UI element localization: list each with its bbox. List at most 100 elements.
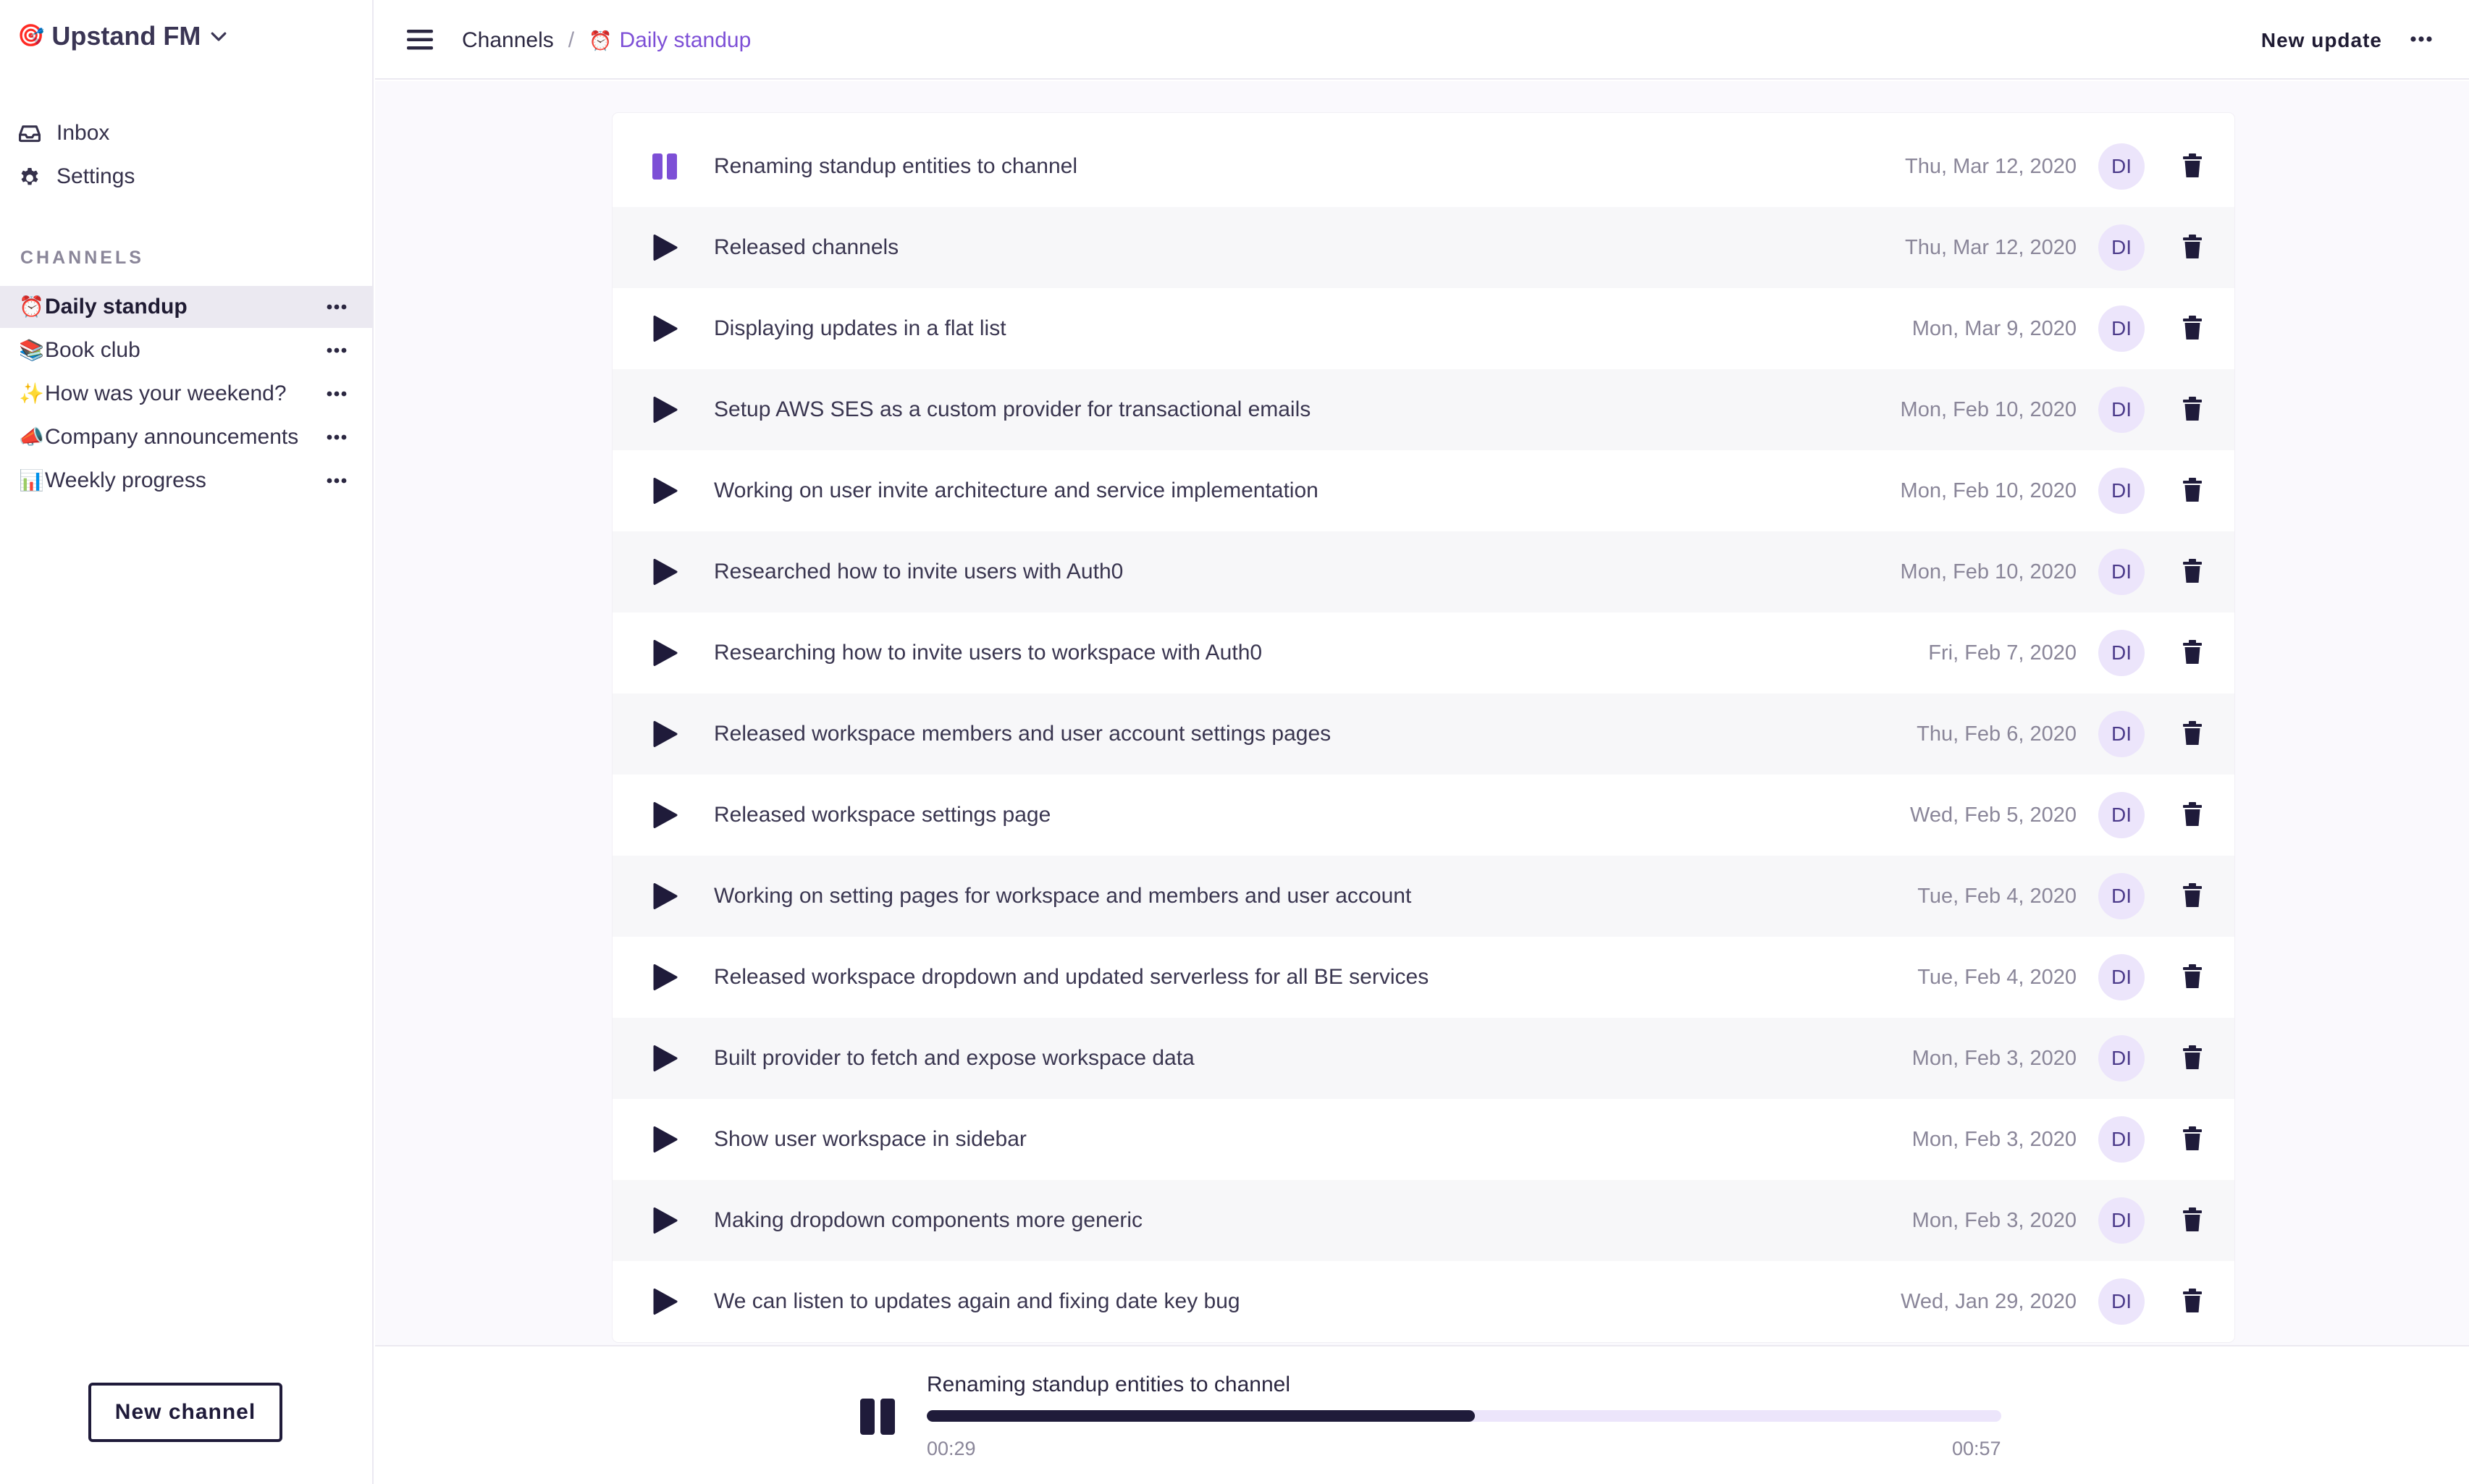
play-icon[interactable]	[650, 233, 679, 262]
channel-weekly-progress[interactable]: 📊 Weekly progress	[0, 460, 372, 502]
update-row[interactable]: Built provider to fetch and expose works…	[613, 1018, 2234, 1099]
top-bar: Channels / ⏰ Daily standup New update	[375, 0, 2469, 80]
chevron-down-icon	[211, 32, 227, 41]
update-date: Fri, Feb 7, 2020	[1928, 641, 2077, 665]
update-date: Thu, Mar 12, 2020	[1905, 154, 2077, 178]
more-horizontal-icon[interactable]	[326, 303, 348, 311]
update-row[interactable]: Displaying updates in a flat list Mon, Ma…	[613, 288, 2234, 369]
update-row[interactable]: Released workspace members and user acco…	[613, 693, 2234, 775]
channel-label: Book club	[45, 338, 140, 362]
play-icon[interactable]	[650, 1287, 679, 1316]
channel-daily-standup[interactable]: ⏰ Daily standup	[0, 286, 372, 328]
breadcrumb-channels-link[interactable]: Channels	[462, 28, 554, 53]
avatar: DI	[2098, 549, 2145, 595]
trash-icon[interactable]	[2182, 721, 2203, 746]
channel-how-was-your-weekend[interactable]: ✨ How was your weekend?	[0, 373, 372, 415]
play-icon[interactable]	[650, 557, 679, 586]
sparkles-icon: ✨	[19, 382, 44, 405]
new-update-button[interactable]: New update	[2261, 25, 2382, 56]
trash-icon[interactable]	[2182, 316, 2203, 340]
sidebar: 🎯 Upstand FM Inbox Settings CHANNELS ⏰ D…	[0, 0, 374, 1484]
update-row[interactable]: We can listen to updates again and fixin…	[613, 1261, 2234, 1342]
trash-icon[interactable]	[2182, 1126, 2203, 1151]
avatar: DI	[2098, 954, 2145, 1000]
play-icon[interactable]	[650, 314, 679, 343]
progress-bar[interactable]	[927, 1410, 2001, 1422]
more-horizontal-icon[interactable]	[326, 346, 348, 355]
update-row[interactable]: Released workspace settings page Wed, Feb…	[613, 775, 2234, 856]
workspace-switcher[interactable]: 🎯 Upstand FM	[17, 19, 230, 54]
trash-icon[interactable]	[2182, 1207, 2203, 1232]
update-row[interactable]: Working on user invite architecture and …	[613, 450, 2234, 531]
update-title: Researching how to invite users to works…	[714, 641, 1263, 665]
update-row[interactable]: Released workspace dropdown and updated …	[613, 937, 2234, 1018]
update-row[interactable]: Renaming standup entities to channel Thu,…	[613, 126, 2234, 207]
trash-icon[interactable]	[2182, 802, 2203, 827]
update-row[interactable]: Setup AWS SES as a custom provider for t…	[613, 369, 2234, 450]
play-icon[interactable]	[650, 801, 679, 830]
update-title: Making dropdown components more generic	[714, 1208, 1143, 1232]
play-icon[interactable]	[650, 882, 679, 911]
more-horizontal-icon[interactable]	[326, 389, 348, 398]
alarm-clock-icon: ⏰	[19, 295, 44, 318]
avatar: DI	[2098, 711, 2145, 757]
avatar: DI	[2098, 305, 2145, 352]
update-row[interactable]: Researching how to invite users to works…	[613, 612, 2234, 693]
update-row[interactable]: Researched how to invite users with Auth…	[613, 531, 2234, 612]
trash-icon[interactable]	[2182, 883, 2203, 908]
update-date: Thu, Mar 12, 2020	[1905, 235, 2077, 259]
update-title: Built provider to fetch and expose works…	[714, 1046, 1195, 1070]
trash-icon[interactable]	[2182, 478, 2203, 502]
update-row[interactable]: Released channels Thu, Mar 12, 2020 DI	[613, 207, 2234, 288]
update-date: Wed, Feb 5, 2020	[1909, 803, 2077, 827]
update-title: Renaming standup entities to channel	[714, 154, 1078, 178]
more-horizontal-icon[interactable]	[326, 433, 348, 442]
play-icon[interactable]	[650, 1044, 679, 1073]
update-row[interactable]: Making dropdown components more generic M…	[613, 1180, 2234, 1261]
alarm-clock-icon: ⏰	[589, 29, 613, 51]
update-date: Tue, Feb 4, 2020	[1917, 965, 2077, 989]
channel-company-announcements[interactable]: 📣 Company announcements	[0, 416, 372, 458]
trash-icon[interactable]	[2182, 559, 2203, 583]
play-icon[interactable]	[650, 638, 679, 667]
play-icon[interactable]	[650, 720, 679, 749]
trash-icon[interactable]	[2182, 964, 2203, 989]
breadcrumb-current: ⏰ Daily standup	[589, 28, 751, 53]
nav-inbox[interactable]: Inbox	[17, 117, 109, 149]
trash-icon[interactable]	[2182, 235, 2203, 259]
trash-icon[interactable]	[2182, 397, 2203, 421]
app-root: 🎯 Upstand FM Inbox Settings CHANNELS ⏰ D…	[0, 0, 2469, 1484]
pause-icon[interactable]	[857, 1397, 898, 1436]
play-icon[interactable]	[650, 1206, 679, 1235]
avatar: DI	[2098, 143, 2145, 190]
update-row[interactable]: Working on setting pages for workspace a…	[613, 856, 2234, 937]
more-horizontal-icon[interactable]	[326, 476, 348, 485]
play-icon[interactable]	[650, 1125, 679, 1154]
play-icon[interactable]	[650, 963, 679, 992]
trash-icon[interactable]	[2182, 1045, 2203, 1070]
more-horizontal-icon[interactable]	[2410, 35, 2433, 43]
nav-settings-label: Settings	[56, 164, 135, 188]
current-time: 00:29	[927, 1438, 976, 1459]
new-channel-button[interactable]: New channel	[88, 1383, 282, 1442]
channel-book-club[interactable]: 📚 Book club	[0, 329, 372, 371]
gear-icon	[21, 167, 38, 185]
trash-icon[interactable]	[2182, 153, 2203, 178]
update-date: Thu, Feb 6, 2020	[1917, 722, 2077, 746]
update-title: Released workspace settings page	[714, 803, 1051, 827]
update-title: Setup AWS SES as a custom provider for t…	[714, 397, 1311, 421]
trash-icon[interactable]	[2182, 640, 2203, 665]
main-content: Renaming standup entities to channel Thu,…	[375, 81, 2469, 1345]
workspace-logo-icon: 🎯	[17, 24, 45, 48]
updates-list: Renaming standup entities to channel Thu,…	[613, 113, 2234, 1342]
nav-settings[interactable]: Settings	[17, 161, 135, 193]
menu-icon[interactable]	[405, 26, 434, 54]
trash-icon[interactable]	[2182, 1289, 2203, 1313]
play-icon[interactable]	[650, 395, 679, 424]
update-row[interactable]: Show user workspace in sidebar Mon, Feb 3…	[613, 1099, 2234, 1180]
update-title: Working on setting pages for workspace a…	[714, 884, 1412, 908]
play-icon[interactable]	[650, 476, 679, 505]
player-track-title: Renaming standup entities to channel	[927, 1373, 1291, 1396]
update-date: Mon, Feb 3, 2020	[1911, 1046, 2077, 1070]
pause-icon[interactable]	[650, 152, 679, 181]
